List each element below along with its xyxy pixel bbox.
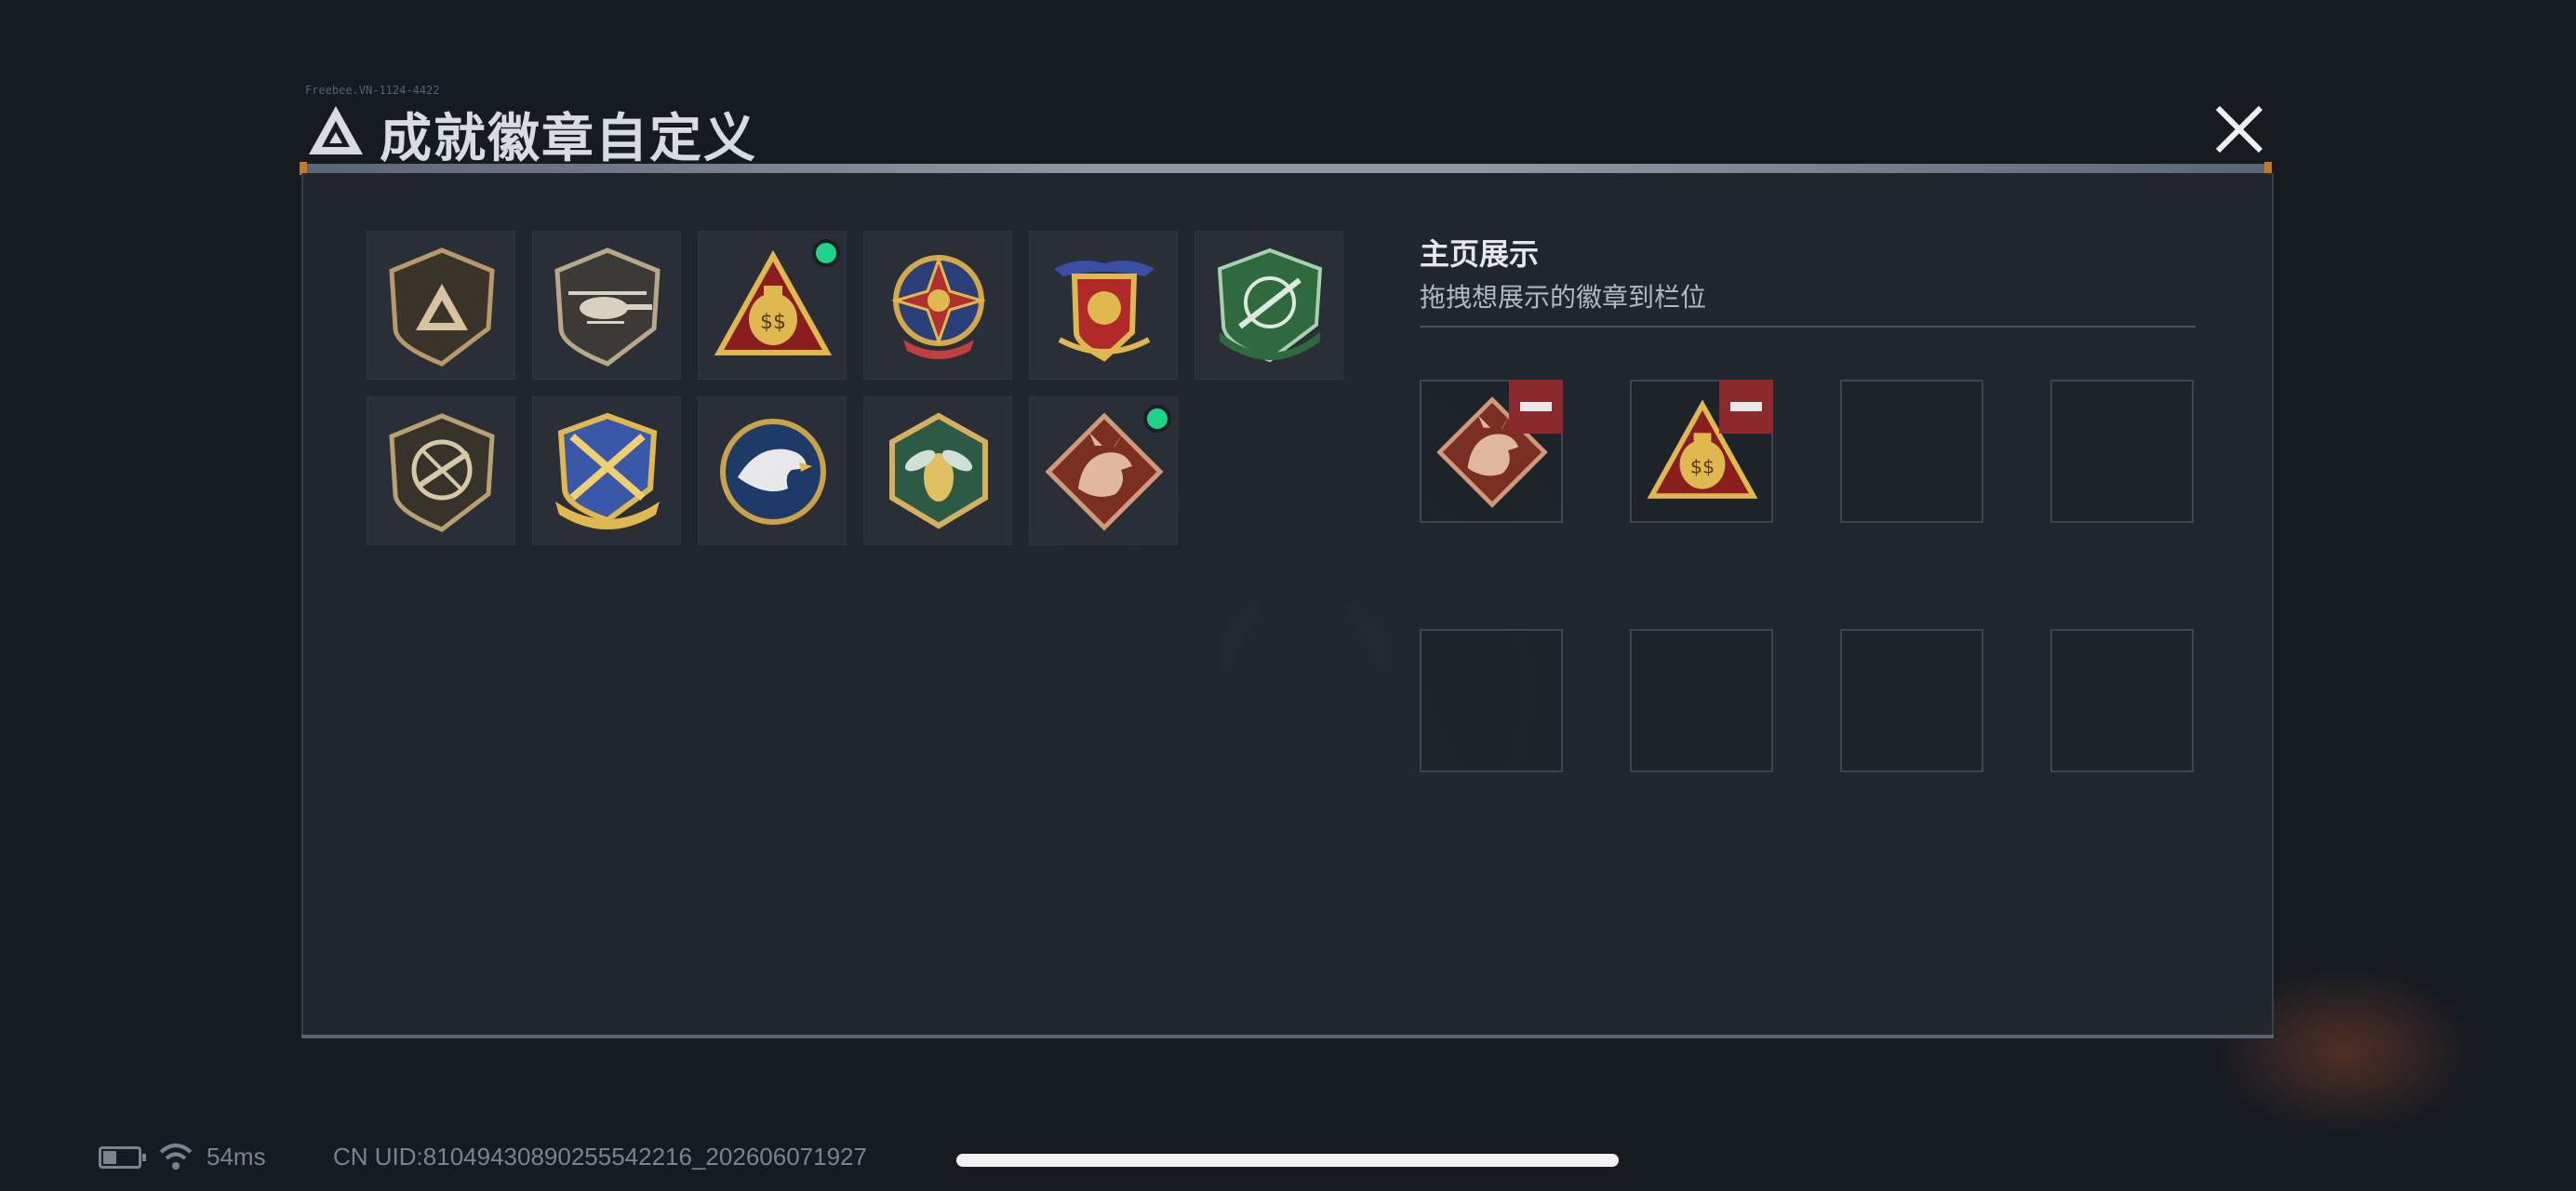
title-divider [300, 164, 2272, 173]
badge-helicopter[interactable] [532, 231, 681, 380]
badge-crossed-rifles[interactable] [532, 396, 681, 545]
no-rifle-icon [389, 413, 495, 532]
display-section-subtitle: 拖拽想展示的徽章到栏位 [1420, 282, 1707, 313]
display-slot-2[interactable]: $$ [1630, 380, 1773, 523]
badge-hornet[interactable] [863, 396, 1012, 545]
display-section-title: 主页展示 [1420, 236, 1540, 272]
delta-shield-icon [389, 248, 495, 367]
rifle-scope-icon [1217, 248, 1323, 363]
badge-no-rifle[interactable] [367, 396, 515, 545]
badge-winged-crest[interactable] [1029, 231, 1178, 380]
display-slot-4[interactable] [2050, 380, 2194, 523]
helicopter-icon [554, 248, 661, 367]
badge-delta-shield[interactable] [367, 231, 515, 380]
ping-readout: 54ms [207, 1143, 266, 1171]
display-section-divider [1420, 326, 2196, 328]
close-icon[interactable] [2207, 97, 2272, 162]
page-title: 成就徽章自定义 [380, 109, 757, 169]
new-indicator-dot [1143, 405, 1171, 433]
title-tiny-text: Freebee.VN-1124-4422 [305, 84, 440, 97]
panel-bottom-border [301, 1035, 2274, 1038]
display-slot-8[interactable] [2050, 629, 2194, 772]
screen: Freebee.VN-1124-4422 成就徽章自定义 $$ 主页展示 拖拽想… [0, 0, 2576, 1191]
crossed-rifles-icon [555, 412, 660, 529]
wifi-icon [159, 1144, 193, 1170]
display-slot-6[interactable] [1630, 629, 1773, 772]
remove-badge-button[interactable] [1719, 380, 1773, 434]
new-indicator-dot [812, 239, 840, 267]
winged-crest-icon [1054, 261, 1155, 362]
remove-badge-button[interactable] [1509, 380, 1563, 434]
badge-star-compass[interactable] [863, 231, 1012, 380]
badge-dragon[interactable] [1029, 396, 1178, 545]
uid-readout: CN UID:8104943089025554221​6_20260607192… [333, 1143, 867, 1171]
svg-text:$$: $$ [760, 311, 786, 334]
badge-rifle-scope[interactable] [1195, 231, 1343, 380]
title-bar: Freebee.VN-1124-4422 成就徽章自定义 [300, 84, 2272, 175]
badge-eagle[interactable] [698, 396, 847, 545]
delta-logo-icon [309, 106, 363, 154]
svg-text:$$: $$ [1690, 456, 1715, 478]
star-compass-icon [890, 255, 987, 359]
display-slot-1[interactable] [1420, 380, 1563, 523]
battery-icon [99, 1146, 146, 1169]
display-slot-5[interactable] [1420, 629, 1563, 772]
eagle-icon [720, 419, 826, 525]
display-slot-3[interactable] [1840, 380, 1983, 523]
home-indicator[interactable] [956, 1154, 1619, 1167]
hornet-icon [889, 412, 988, 529]
badge-money-bag[interactable]: $$ [698, 231, 847, 380]
display-slot-7[interactable] [1840, 629, 1983, 772]
